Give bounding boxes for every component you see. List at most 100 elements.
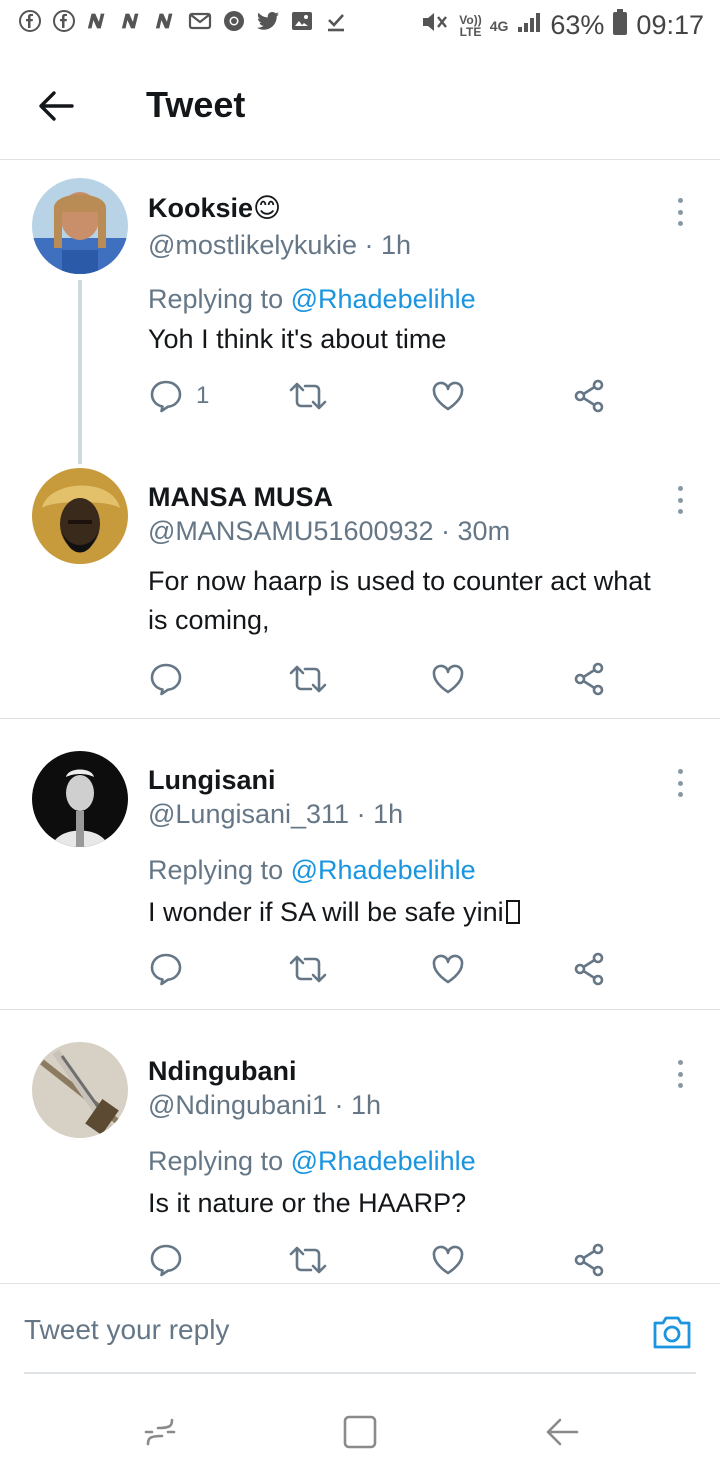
mention-link[interactable]: @Rhadebelihle (291, 855, 476, 885)
battery-percent: 63% (550, 10, 605, 40)
tweet-text: Is it nature or the HAARP? (148, 1188, 467, 1218)
reply-button[interactable]: 1 (148, 376, 209, 416)
mention-link[interactable]: @Rhadebelihle (291, 1146, 476, 1176)
avatar[interactable] (32, 468, 128, 564)
tweet-actions: 1 (148, 376, 618, 416)
avatar[interactable] (32, 178, 128, 274)
reply-button[interactable] (148, 1240, 196, 1280)
share-button[interactable] (572, 659, 608, 699)
retweet-button[interactable] (288, 949, 328, 989)
share-icon (574, 1243, 604, 1277)
handle[interactable]: @MANSAMU51600932 (148, 516, 434, 546)
app-header: Tweet (0, 50, 720, 160)
handle[interactable]: @Ndingubani1 (148, 1090, 327, 1120)
tweet-item[interactable]: MANSA MUSA @MANSAMU51600932 · 30m For no… (0, 460, 720, 718)
retweet-button[interactable] (288, 659, 328, 699)
timestamp: · 1h (356, 230, 411, 260)
handle-time: @Ndingubani1 · 1h (148, 1090, 381, 1121)
camera-button[interactable] (650, 1310, 694, 1354)
comment-icon (150, 663, 182, 696)
facebook-icon (18, 9, 42, 33)
like-button[interactable] (430, 1240, 466, 1280)
home-square-icon (343, 1415, 377, 1449)
news-n-icon (86, 9, 110, 33)
reply-button[interactable] (148, 659, 196, 699)
like-button[interactable] (430, 659, 466, 699)
timestamp: · 1h (349, 799, 404, 829)
back-button[interactable] (32, 82, 80, 130)
news-n-icon (120, 9, 144, 33)
reply-input[interactable]: Tweet your reply (24, 1314, 229, 1346)
thread-connector (78, 280, 82, 464)
share-button[interactable] (572, 1240, 608, 1280)
heart-icon (432, 954, 464, 984)
heart-icon (432, 1245, 464, 1275)
share-button[interactable] (572, 949, 608, 989)
tweet-item[interactable]: Lungisani @Lungisani_311 · 1h Replying t… (0, 719, 720, 1009)
replying-to: Replying to @Rhadebelihle (148, 284, 476, 314)
recent-apps-button[interactable] (140, 1412, 180, 1452)
retweet-icon (289, 955, 327, 983)
back-arrow-icon (546, 1418, 579, 1446)
reply-composer: Tweet your reply (0, 1283, 720, 1375)
tweet-actions (148, 949, 618, 989)
gallery-icon (290, 9, 314, 33)
avatar[interactable] (32, 1042, 128, 1138)
home-button[interactable] (340, 1412, 380, 1452)
tweet-text: For now haarp is used to counter act wha… (148, 566, 651, 635)
handle[interactable]: @Lungisani_311 (148, 799, 349, 829)
status-bar: Vo)) LTE 4G 63% 09:17 (0, 0, 720, 50)
avatar[interactable] (32, 751, 128, 847)
share-icon (574, 952, 604, 986)
twitter-bird-icon (256, 9, 280, 33)
missing-glyph (505, 900, 520, 924)
retweet-button[interactable] (288, 1240, 328, 1280)
mention-link[interactable]: @Rhadebelihle (291, 284, 476, 314)
tweet-text: Yoh I think it's about time (148, 324, 447, 354)
handle[interactable]: @mostlikelykukie (148, 230, 357, 260)
volte-indicator: Vo)) LTE (459, 12, 482, 39)
arrow-left-icon (39, 91, 74, 121)
like-button[interactable] (430, 949, 466, 989)
tweet-text: I wonder if SA will be safe yini (148, 893, 668, 932)
download-done-icon (324, 9, 348, 33)
heart-icon (432, 381, 464, 411)
tweet-item[interactable]: Kooksie😊 @mostlikelykukie · 1h Replying … (0, 160, 720, 464)
share-button[interactable] (572, 376, 608, 416)
display-name[interactable]: Lungisani (148, 765, 276, 796)
retweet-icon (289, 382, 327, 410)
more-options-button[interactable] (670, 765, 690, 801)
retweet-icon (289, 1246, 327, 1274)
system-back-button[interactable] (542, 1412, 582, 1452)
system-nav-bar (0, 1390, 720, 1480)
display-name[interactable]: MANSA MUSA (148, 482, 333, 513)
timestamp: · 1h (327, 1090, 382, 1120)
system-indicators: Vo)) LTE 4G 63% 09:17 (421, 8, 704, 43)
heart-icon (432, 664, 464, 694)
more-options-button[interactable] (670, 1056, 690, 1092)
more-options-button[interactable] (670, 482, 690, 518)
reply-button[interactable] (148, 949, 196, 989)
tweet-item[interactable]: Ndingubani @Ndingubani1 · 1h Replying to… (0, 1010, 720, 1283)
handle-time: @MANSAMU51600932 · 30m (148, 516, 510, 547)
display-name[interactable]: Ndingubani (148, 1056, 296, 1087)
handle-time: @Lungisani_311 · 1h (148, 799, 403, 830)
gmail-icon (188, 9, 212, 33)
chrome-icon (222, 9, 246, 33)
replying-to: Replying to @Rhadebelihle (148, 855, 476, 885)
more-options-button[interactable] (670, 194, 690, 230)
like-button[interactable] (430, 376, 466, 416)
camera-icon (653, 1316, 691, 1349)
comment-icon (150, 1244, 182, 1277)
mute-vibrate-icon (421, 9, 451, 42)
recent-apps-icon (144, 1418, 176, 1446)
retweet-button[interactable] (288, 376, 328, 416)
smiley-emoji: 😊 (253, 193, 282, 224)
clock: 09:17 (636, 10, 704, 40)
replying-to: Replying to @Rhadebelihle (148, 1146, 476, 1176)
facebook-icon (52, 9, 76, 33)
display-name[interactable]: Kooksie😊 (148, 193, 281, 224)
notification-icons (18, 9, 348, 33)
handle-time: @mostlikelykukie · 1h (148, 230, 411, 261)
network-type: 4G (489, 17, 509, 34)
